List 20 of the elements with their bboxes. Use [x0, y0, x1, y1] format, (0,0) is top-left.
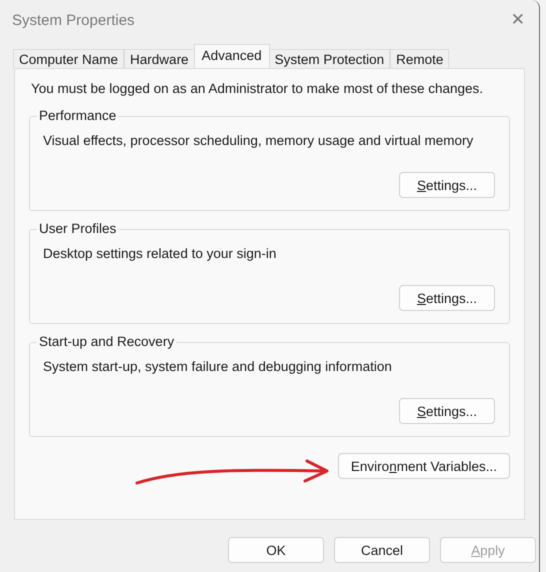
group-title: User Profiles: [37, 221, 118, 236]
window-title: System Properties: [12, 12, 135, 28]
dialog-button[interactable]: OK: [228, 537, 324, 563]
tab[interactable]: System Protection: [268, 49, 390, 68]
group-description: Visual effects, processor scheduling, memory usage and virtual memory: [43, 133, 474, 148]
close-button[interactable]: ✕: [502, 10, 533, 30]
admin-notice: You must be logged on as an Administrator to make most of these changes.: [31, 81, 484, 96]
environment-variables-button[interactable]: Environment Variables...: [338, 453, 510, 479]
tab[interactable]: Remote: [390, 49, 450, 68]
settings-button[interactable]: Settings...: [399, 398, 495, 424]
settings-button[interactable]: Settings...: [399, 172, 495, 198]
group-title: Start-up and Recovery: [37, 334, 176, 349]
group-description: Desktop settings related to your sign-in: [43, 246, 278, 261]
group-description: System start-up, system failure and debugging information: [43, 359, 393, 374]
settings-button[interactable]: Settings...: [399, 285, 495, 311]
tab[interactable]: Computer Name: [13, 49, 124, 68]
group-title: Performance: [37, 108, 118, 123]
tab[interactable]: Hardware: [124, 49, 195, 68]
dialog-button[interactable]: Cancel: [334, 537, 430, 563]
tab[interactable]: Advanced: [194, 44, 270, 68]
